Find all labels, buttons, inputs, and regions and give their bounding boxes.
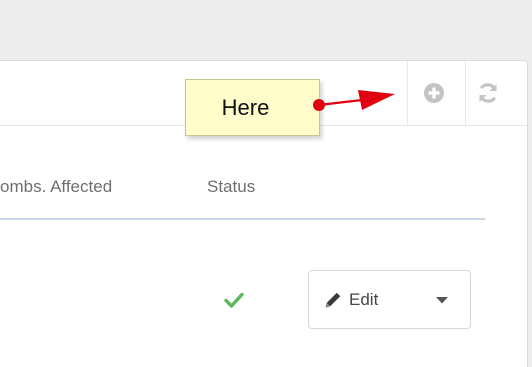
table-header: ombs. Affected Status xyxy=(0,177,527,201)
column-header-status[interactable]: Status xyxy=(207,177,255,197)
edit-button[interactable]: Edit xyxy=(309,271,417,328)
refresh-icon xyxy=(479,83,497,103)
refresh-button[interactable] xyxy=(474,79,502,107)
header-divider xyxy=(0,218,485,220)
plus-circle-icon xyxy=(424,83,444,103)
edit-button-label: Edit xyxy=(349,289,379,309)
add-button[interactable] xyxy=(420,79,448,107)
pencil-icon xyxy=(325,292,341,307)
annotation-label: Here xyxy=(221,94,270,120)
actions-dropdown-toggle[interactable] xyxy=(417,271,467,328)
check-icon xyxy=(224,292,244,308)
caret-down-icon xyxy=(436,296,448,303)
column-header-combs-affected[interactable]: ombs. Affected xyxy=(0,177,112,197)
toolbar-divider xyxy=(465,61,466,125)
annotation-arrowhead xyxy=(358,90,395,110)
annotation-arrow xyxy=(313,90,395,111)
annotation-line xyxy=(318,98,363,107)
page: ombs. Affected Status Edit Here xyxy=(0,0,532,367)
row-actions-button-group: Edit xyxy=(308,270,471,329)
